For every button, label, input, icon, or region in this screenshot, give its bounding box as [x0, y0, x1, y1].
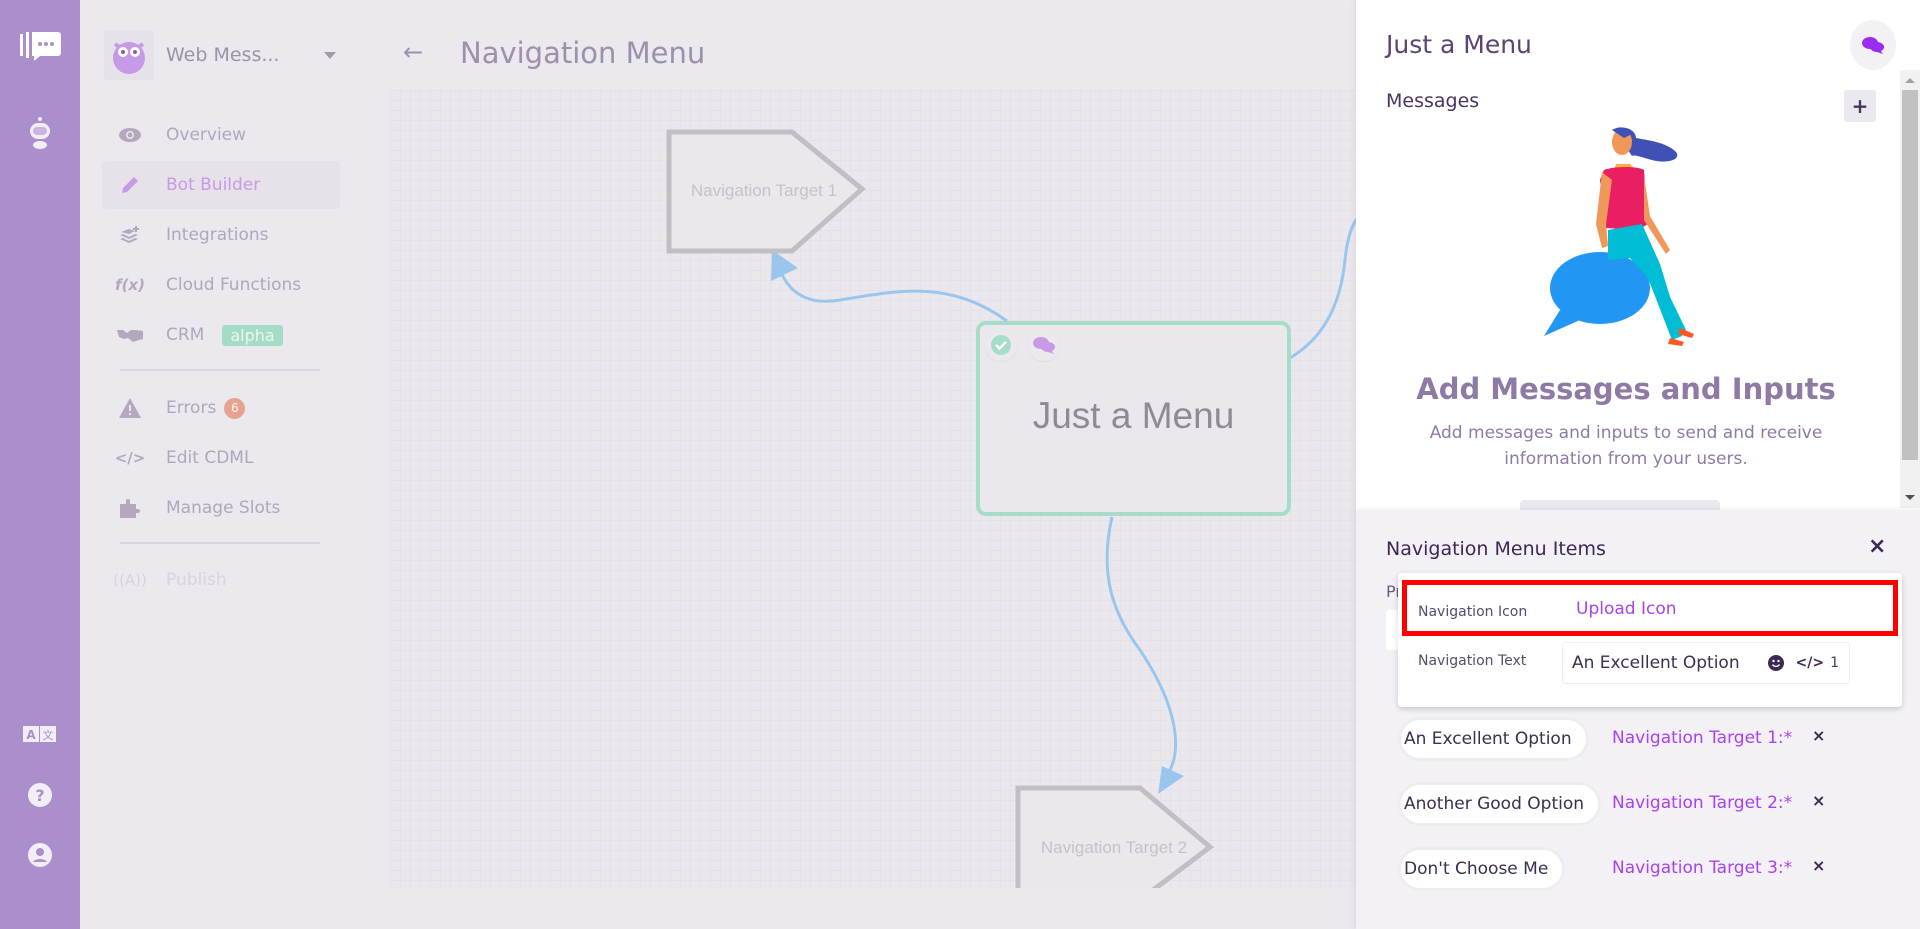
- pencil-icon: [116, 175, 144, 195]
- puzzle-icon: [116, 498, 144, 518]
- sidebar: Web Mess... Overview Bot Builder Integra…: [80, 0, 360, 929]
- svg-text:?: ?: [35, 786, 44, 805]
- translate-icon[interactable]: A文: [0, 726, 80, 742]
- close-icon[interactable]: ×: [1868, 534, 1886, 559]
- panel-scrollbar[interactable]: [1900, 70, 1920, 508]
- scroll-thumb[interactable]: [1902, 90, 1918, 460]
- empty-state-title: Add Messages and Inputs: [1416, 372, 1836, 406]
- navigation-target-1-label: Navigation Target 1: [691, 181, 837, 200]
- chat-bubbles-icon: [1862, 37, 1884, 54]
- messages-label: Messages: [1386, 90, 1480, 112]
- handshake-icon: [116, 328, 144, 342]
- sidebar-item-manage-slots[interactable]: Manage Slots: [102, 484, 340, 532]
- scroll-down-arrow-icon[interactable]: [1905, 495, 1915, 500]
- menu-item-editor-popover: Navigation Icon Upload Icon Navigation T…: [1398, 573, 1902, 707]
- app-rail: A文 ?: [0, 0, 80, 929]
- warning-icon: [116, 398, 144, 418]
- remove-option-icon[interactable]: ×: [1812, 791, 1825, 810]
- add-messages-button[interactable]: [1520, 500, 1720, 510]
- edge-to-target-2-arrow: [1158, 766, 1184, 794]
- navigation-target-2-label: Navigation Target 2: [1041, 838, 1187, 857]
- scroll-up-arrow-icon[interactable]: [1905, 78, 1915, 83]
- remove-option-icon[interactable]: ×: [1812, 726, 1825, 745]
- sidebar-item-label: Edit CDML: [166, 448, 254, 468]
- sidebar-item-bot-builder[interactable]: Bot Builder: [102, 161, 340, 209]
- menu-option-row: Another Good Option Navigation Target 2:…: [1398, 782, 1878, 826]
- upload-icon-link[interactable]: Upload Icon: [1576, 599, 1677, 619]
- sidebar-item-integrations[interactable]: Integrations: [102, 211, 340, 259]
- chat-bubbles-button[interactable]: [1850, 20, 1896, 70]
- owl-avatar-icon: [104, 30, 154, 80]
- navigation-text-input[interactable]: An Excellent Option </> 1: [1562, 642, 1850, 684]
- code-icon: </>: [114, 449, 146, 467]
- add-message-button[interactable]: +: [1844, 90, 1876, 122]
- alpha-badge: alpha: [222, 324, 283, 346]
- edge-to-target-1: [778, 269, 1008, 323]
- robot-icon[interactable]: [0, 116, 80, 150]
- woman-on-chat-bubble-illustration: [1536, 120, 1716, 364]
- node-title: Just a Menu: [1032, 395, 1235, 436]
- option-target-link[interactable]: Navigation Target 2:*: [1612, 793, 1792, 813]
- sidebar-item-crm[interactable]: CRM alpha: [102, 311, 340, 359]
- sidebar-item-label: CRM: [166, 325, 205, 345]
- option-target-link[interactable]: Navigation Target 3:*: [1612, 858, 1792, 878]
- bot-name: Web Mess...: [166, 44, 280, 66]
- navigation-menu-items-sheet: Navigation Menu Items × Pr Navigation Ic…: [1356, 510, 1920, 929]
- sheet-title: Navigation Menu Items: [1386, 538, 1606, 560]
- sidebar-item-label: Integrations: [166, 225, 269, 245]
- panel-title: Just a Menu: [1386, 30, 1532, 59]
- function-icon: f(x): [115, 276, 145, 294]
- check-circle-icon: [985, 329, 1017, 361]
- help-icon[interactable]: ?: [0, 783, 80, 807]
- option-text-pill[interactable]: An Excellent Option: [1398, 717, 1589, 761]
- just-a-menu-node[interactable]: Just a Menu: [976, 321, 1291, 516]
- sidebar-item-label: Publish: [166, 570, 227, 590]
- navigation-icon-label: Navigation Icon: [1418, 604, 1528, 620]
- error-count-badge: 6: [224, 397, 246, 419]
- sidebar-item-cloud-functions[interactable]: f(x) Cloud Functions: [102, 261, 340, 309]
- navigation-text-value: An Excellent Option: [1572, 653, 1740, 673]
- user-account-icon[interactable]: [0, 843, 80, 867]
- sidebar-divider: [120, 542, 320, 544]
- sidebar-item-label: Errors: [166, 398, 217, 418]
- caret-down-icon: [324, 51, 336, 59]
- code-count: 1: [1830, 655, 1839, 671]
- menu-option-row: Don't Choose Me Navigation Target 3:* ×: [1398, 847, 1878, 891]
- remove-option-icon[interactable]: ×: [1812, 856, 1825, 875]
- sidebar-item-publish[interactable]: ((A)) Publish: [102, 556, 340, 604]
- sidebar-item-label: Manage Slots: [166, 498, 281, 518]
- sidebar-item-label: Overview: [166, 125, 247, 145]
- empty-state-description: Add messages and inputs to send and rece…: [1429, 423, 1823, 469]
- option-target-link[interactable]: Navigation Target 1:*: [1612, 728, 1792, 748]
- sidebar-divider: [120, 369, 320, 371]
- menu-option-row: An Excellent Option Navigation Target 1:…: [1398, 717, 1878, 761]
- navigation-text-label: Navigation Text: [1418, 653, 1527, 669]
- sidebar-item-errors[interactable]: Errors 6: [102, 384, 340, 432]
- node-details-panel: Just a Menu Messages + Add Messages and …: [1356, 0, 1920, 929]
- sidebar-item-overview[interactable]: Overview: [102, 111, 340, 159]
- edge-to-target-2: [1105, 516, 1178, 771]
- code-icon[interactable]: </>: [1796, 655, 1825, 671]
- layers-plus-icon: [116, 226, 144, 244]
- chat-bubbles-icon: [1028, 329, 1060, 361]
- chat-logo-icon[interactable]: [0, 30, 80, 66]
- option-text-pill[interactable]: Another Good Option: [1398, 782, 1602, 826]
- bot-selector[interactable]: Web Mess...: [104, 30, 344, 80]
- sidebar-item-label: Bot Builder: [166, 175, 261, 195]
- edge-to-offscreen: [1289, 213, 1360, 360]
- sidebar-item-label: Cloud Functions: [166, 275, 302, 295]
- emoji-icon[interactable]: [1767, 655, 1784, 671]
- messages-section: Messages + Add Messages and Inputs Add m…: [1356, 70, 1920, 510]
- svg-text:A: A: [26, 728, 36, 742]
- eye-icon: [116, 128, 144, 142]
- broadcast-icon: ((A)): [113, 571, 147, 589]
- back-arrow-icon[interactable]: ←: [403, 38, 423, 66]
- svg-text:文: 文: [43, 728, 54, 742]
- option-text-pill[interactable]: Don't Choose Me: [1398, 847, 1566, 891]
- page-title: Navigation Menu: [460, 36, 706, 70]
- sidebar-item-edit-cdml[interactable]: </> Edit CDML: [102, 434, 340, 482]
